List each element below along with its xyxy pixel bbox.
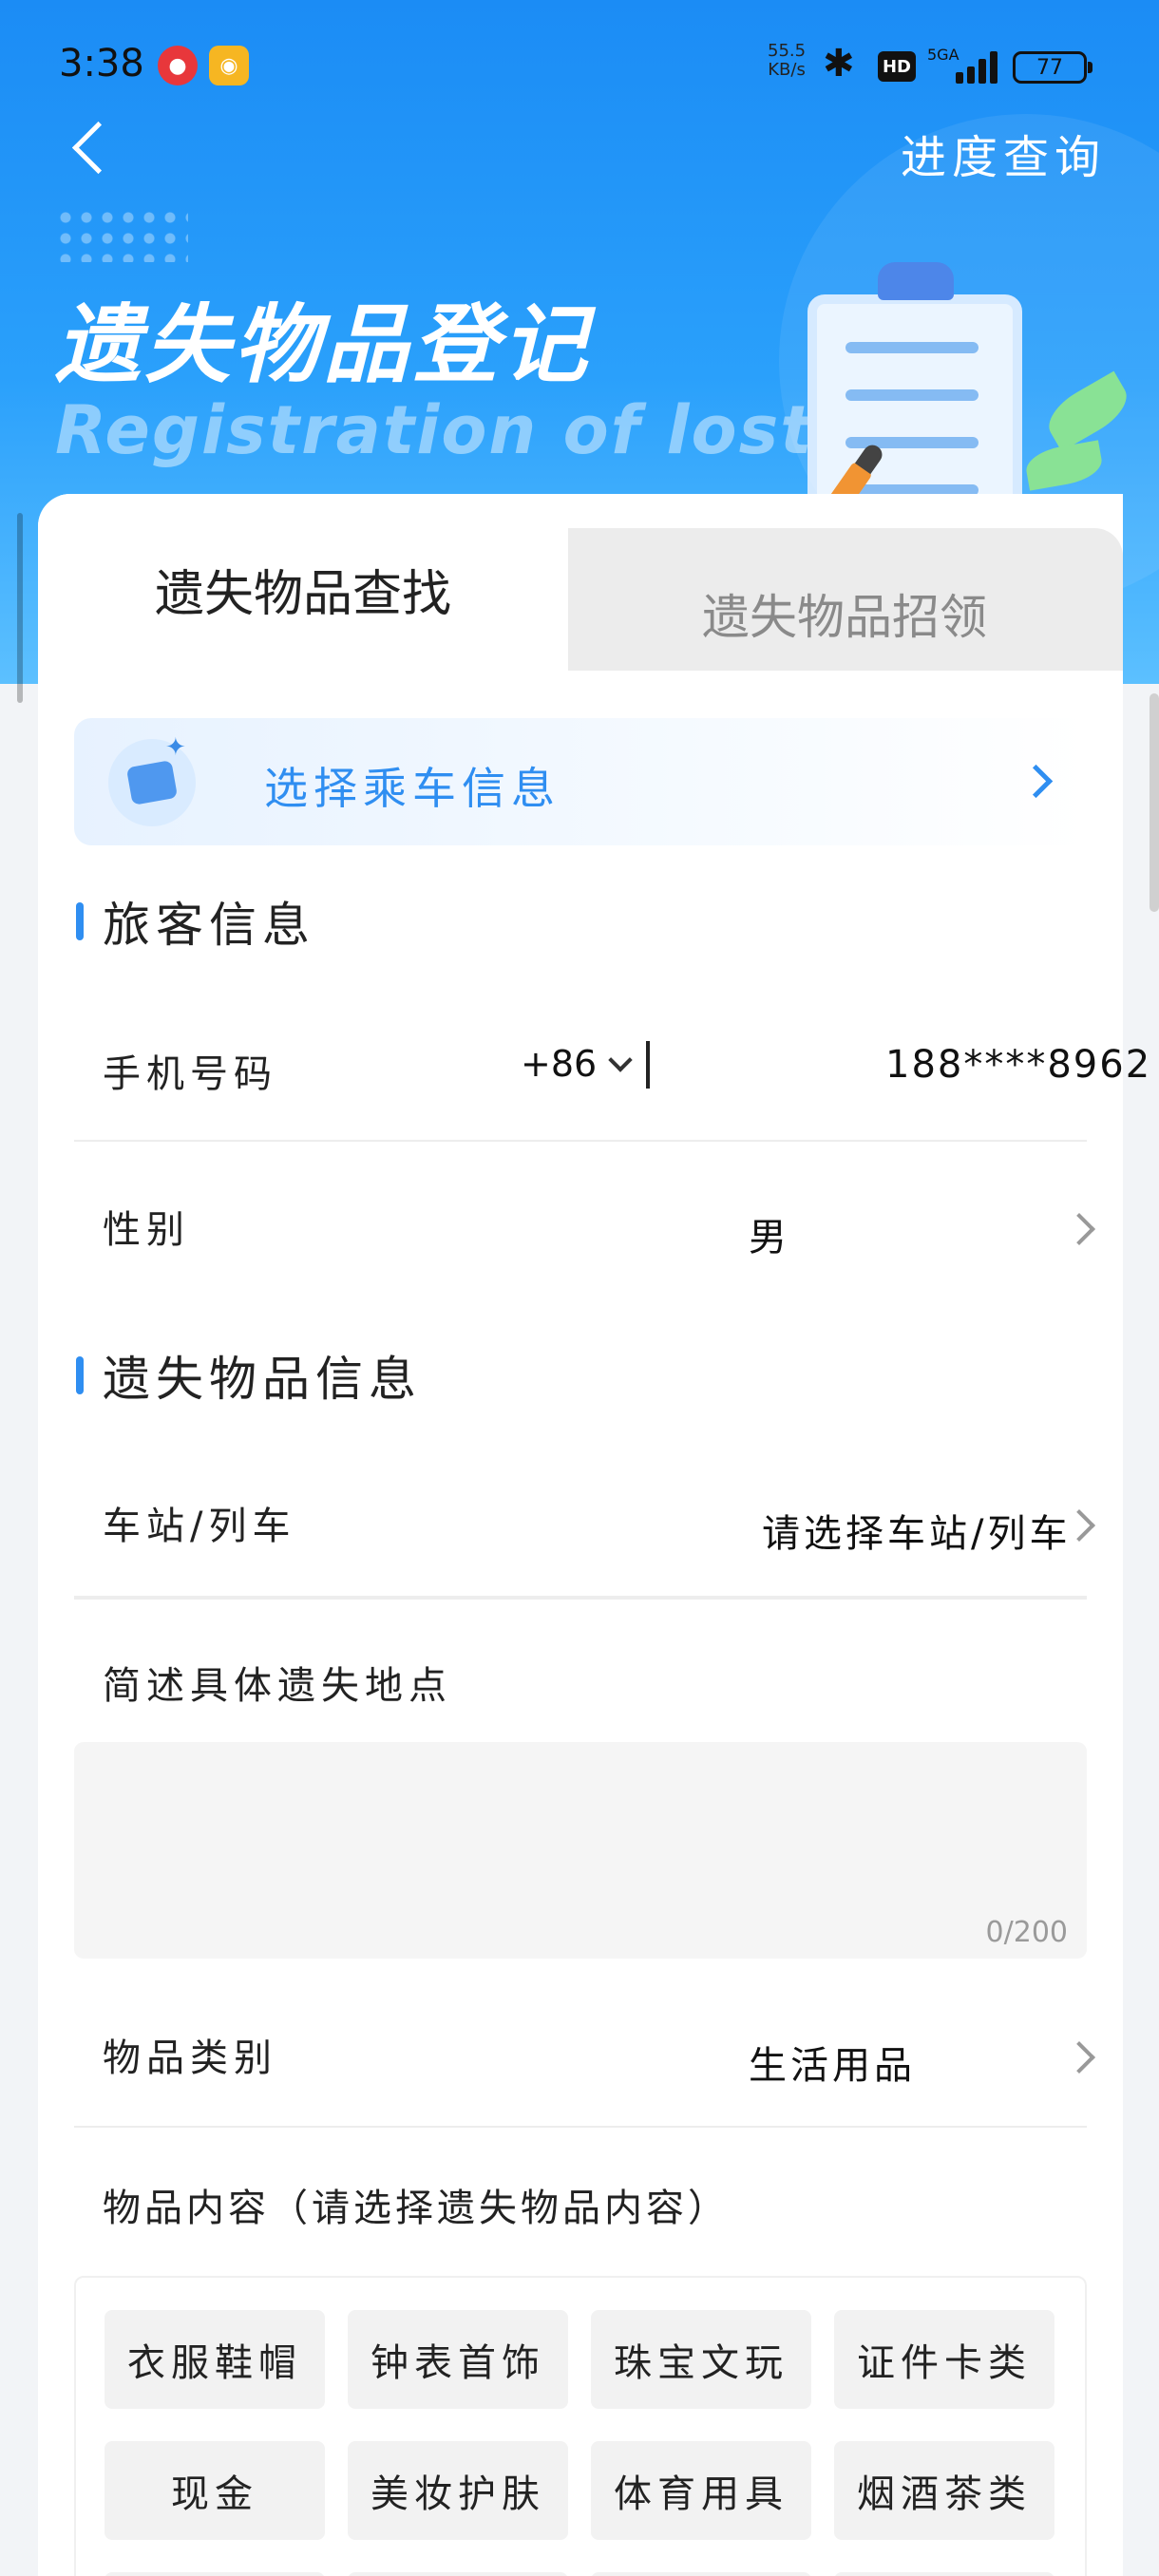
item-content-grid: 衣服鞋帽 钟表首饰 珠宝文玩 证件卡类 现金 美妆护肤 体育用具 烟酒茶类 <box>74 2276 1087 2576</box>
item-chip[interactable]: 现金 <box>104 2441 325 2540</box>
category-label: 物品类别 <box>103 2036 277 2080</box>
network-speed: 55.5 KB/s <box>768 41 807 80</box>
app-notification-icon: ◉ <box>209 46 249 85</box>
phone-field[interactable]: 188****8962 <box>885 1043 1151 1087</box>
item-chip[interactable]: 钟表首饰 <box>348 2310 568 2409</box>
hero-subtitle: Registration of lost <box>55 391 814 469</box>
tab-lost-claim[interactable]: 遗失物品招领 <box>566 528 1123 671</box>
item-chip-partial[interactable] <box>834 2572 1054 2576</box>
item-chip-partial[interactable] <box>104 2572 325 2576</box>
text-cursor <box>646 1041 650 1089</box>
item-chip[interactable]: 烟酒茶类 <box>834 2441 1054 2540</box>
item-chip[interactable]: 体育用具 <box>591 2441 811 2540</box>
location-textarea[interactable]: 0/200 <box>74 1742 1087 1959</box>
item-chip[interactable]: 珠宝文玩 <box>591 2310 811 2409</box>
ticket-icon <box>108 733 196 826</box>
tab-label: 遗失物品招领 <box>702 590 987 645</box>
section-title-lost-item: 遗失物品信息 <box>76 1341 422 1410</box>
bluetooth-icon: ✱ <box>823 42 855 85</box>
char-counter: 0/200 <box>985 1916 1068 1949</box>
divider <box>74 1596 1087 1600</box>
leaf-illustration <box>1023 440 1105 491</box>
signal-icon: 5GA <box>927 46 998 84</box>
section-title-passenger: 旅客信息 <box>76 887 315 956</box>
chevron-right-icon <box>1020 760 1062 802</box>
scrollbar[interactable] <box>1150 693 1159 912</box>
divider <box>74 1140 1087 1142</box>
select-trip-button[interactable]: 选择乘车信息 <box>74 718 1087 845</box>
station-label: 车站/列车 <box>103 1505 296 1548</box>
section-accent-bar <box>76 1356 84 1394</box>
category-select[interactable]: 生活用品 <box>749 2035 916 2090</box>
section-accent-bar <box>76 902 84 940</box>
select-trip-label: 选择乘车信息 <box>264 763 560 814</box>
back-button[interactable] <box>66 114 124 180</box>
station-select[interactable]: 请选择车站/列车 <box>762 1503 1071 1558</box>
status-bar: 3:38 ● ◉ 55.5 KB/s ✱ HD 5GA 77 <box>0 0 1159 123</box>
battery-icon: 77 <box>1013 51 1092 84</box>
tab-label: 遗失物品查找 <box>154 565 451 623</box>
phone-label: 手机号码 <box>103 1052 277 1096</box>
chevron-right-icon[interactable] <box>1068 1208 1096 1246</box>
chevron-down-icon <box>608 1048 633 1072</box>
country-code-select[interactable]: +86 <box>521 1043 633 1085</box>
divider <box>74 2126 1087 2128</box>
scroll-indicator <box>17 513 23 703</box>
chevron-right-icon[interactable] <box>1068 1505 1096 1543</box>
item-chip[interactable]: 衣服鞋帽 <box>104 2310 325 2409</box>
item-chip[interactable]: 美妆护肤 <box>348 2441 568 2540</box>
chevron-right-icon[interactable] <box>1068 2036 1096 2074</box>
gender-select[interactable]: 男 <box>749 1206 790 1261</box>
hero-title: 遗失物品登记 <box>55 295 591 395</box>
progress-query-link[interactable]: 进度查询 <box>901 120 1106 186</box>
tab-lost-search[interactable]: 遗失物品查找 <box>38 494 568 674</box>
app-notification-icon: ● <box>158 46 198 85</box>
item-chip-partial[interactable] <box>591 2572 811 2576</box>
decorative-dots <box>55 207 188 262</box>
leaf-illustration <box>1039 370 1136 452</box>
status-time: 3:38 <box>59 42 144 85</box>
item-chip-partial[interactable] <box>348 2572 568 2576</box>
item-chip[interactable]: 证件卡类 <box>834 2310 1054 2409</box>
content-label: 物品内容（请选择遗失物品内容） <box>103 2187 730 2230</box>
location-label: 简述具体遗失地点 <box>103 1664 452 1708</box>
gender-label: 性别 <box>103 1208 190 1252</box>
hd-badge: HD <box>878 51 916 82</box>
